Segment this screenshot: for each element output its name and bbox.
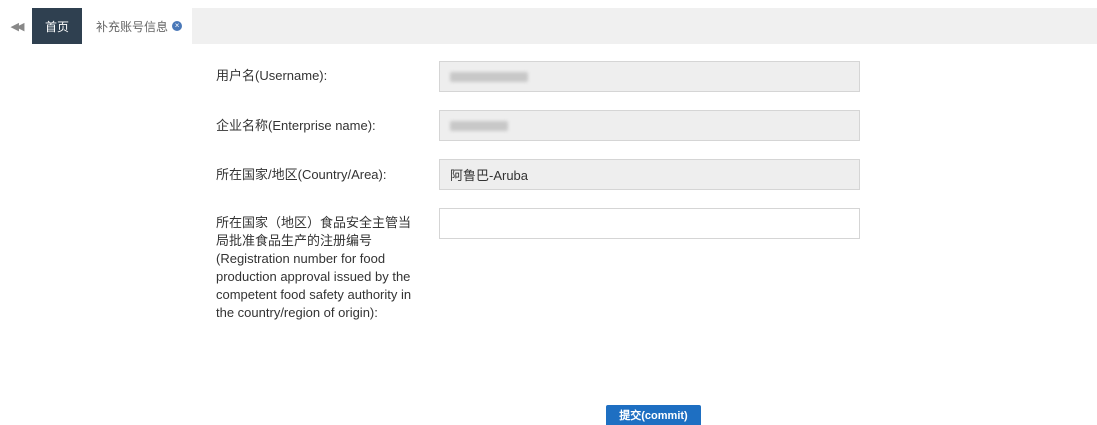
username-field xyxy=(439,61,860,92)
tab-bar-filler xyxy=(192,8,1097,44)
tab-bar: ◀◀ 首页 补充账号信息 × xyxy=(0,8,1097,44)
close-circle-icon[interactable]: × xyxy=(172,21,183,31)
username-label: 用户名(Username): xyxy=(216,68,328,83)
enterprise-name-field xyxy=(439,110,860,141)
redacted-enterprise-name xyxy=(450,120,508,131)
tab-home[interactable]: 首页 xyxy=(32,8,83,44)
submit-button[interactable]: 提交(commit) xyxy=(606,405,701,425)
tab-account-info-label: 补充账号信息 xyxy=(96,19,169,34)
country-area-field: 阿鲁巴-Aruba xyxy=(439,159,860,190)
tab-account-info[interactable]: 补充账号信息 × xyxy=(82,8,193,44)
redacted-username xyxy=(450,71,528,82)
enterprise-name-label: 企业名称(Enterprise name): xyxy=(216,118,376,133)
tab-home-label: 首页 xyxy=(45,19,70,34)
registration-number-input[interactable] xyxy=(439,208,860,239)
double-chevron-left-icon[interactable]: ◀◀ xyxy=(0,8,32,44)
registration-number-label: 所在国家（地区）食品安全主管当局批准食品生产的注册编号(Registration… xyxy=(216,215,412,320)
country-area-label: 所在国家/地区(Country/Area): xyxy=(216,167,387,182)
country-area-value: 阿鲁巴-Aruba xyxy=(450,168,529,183)
